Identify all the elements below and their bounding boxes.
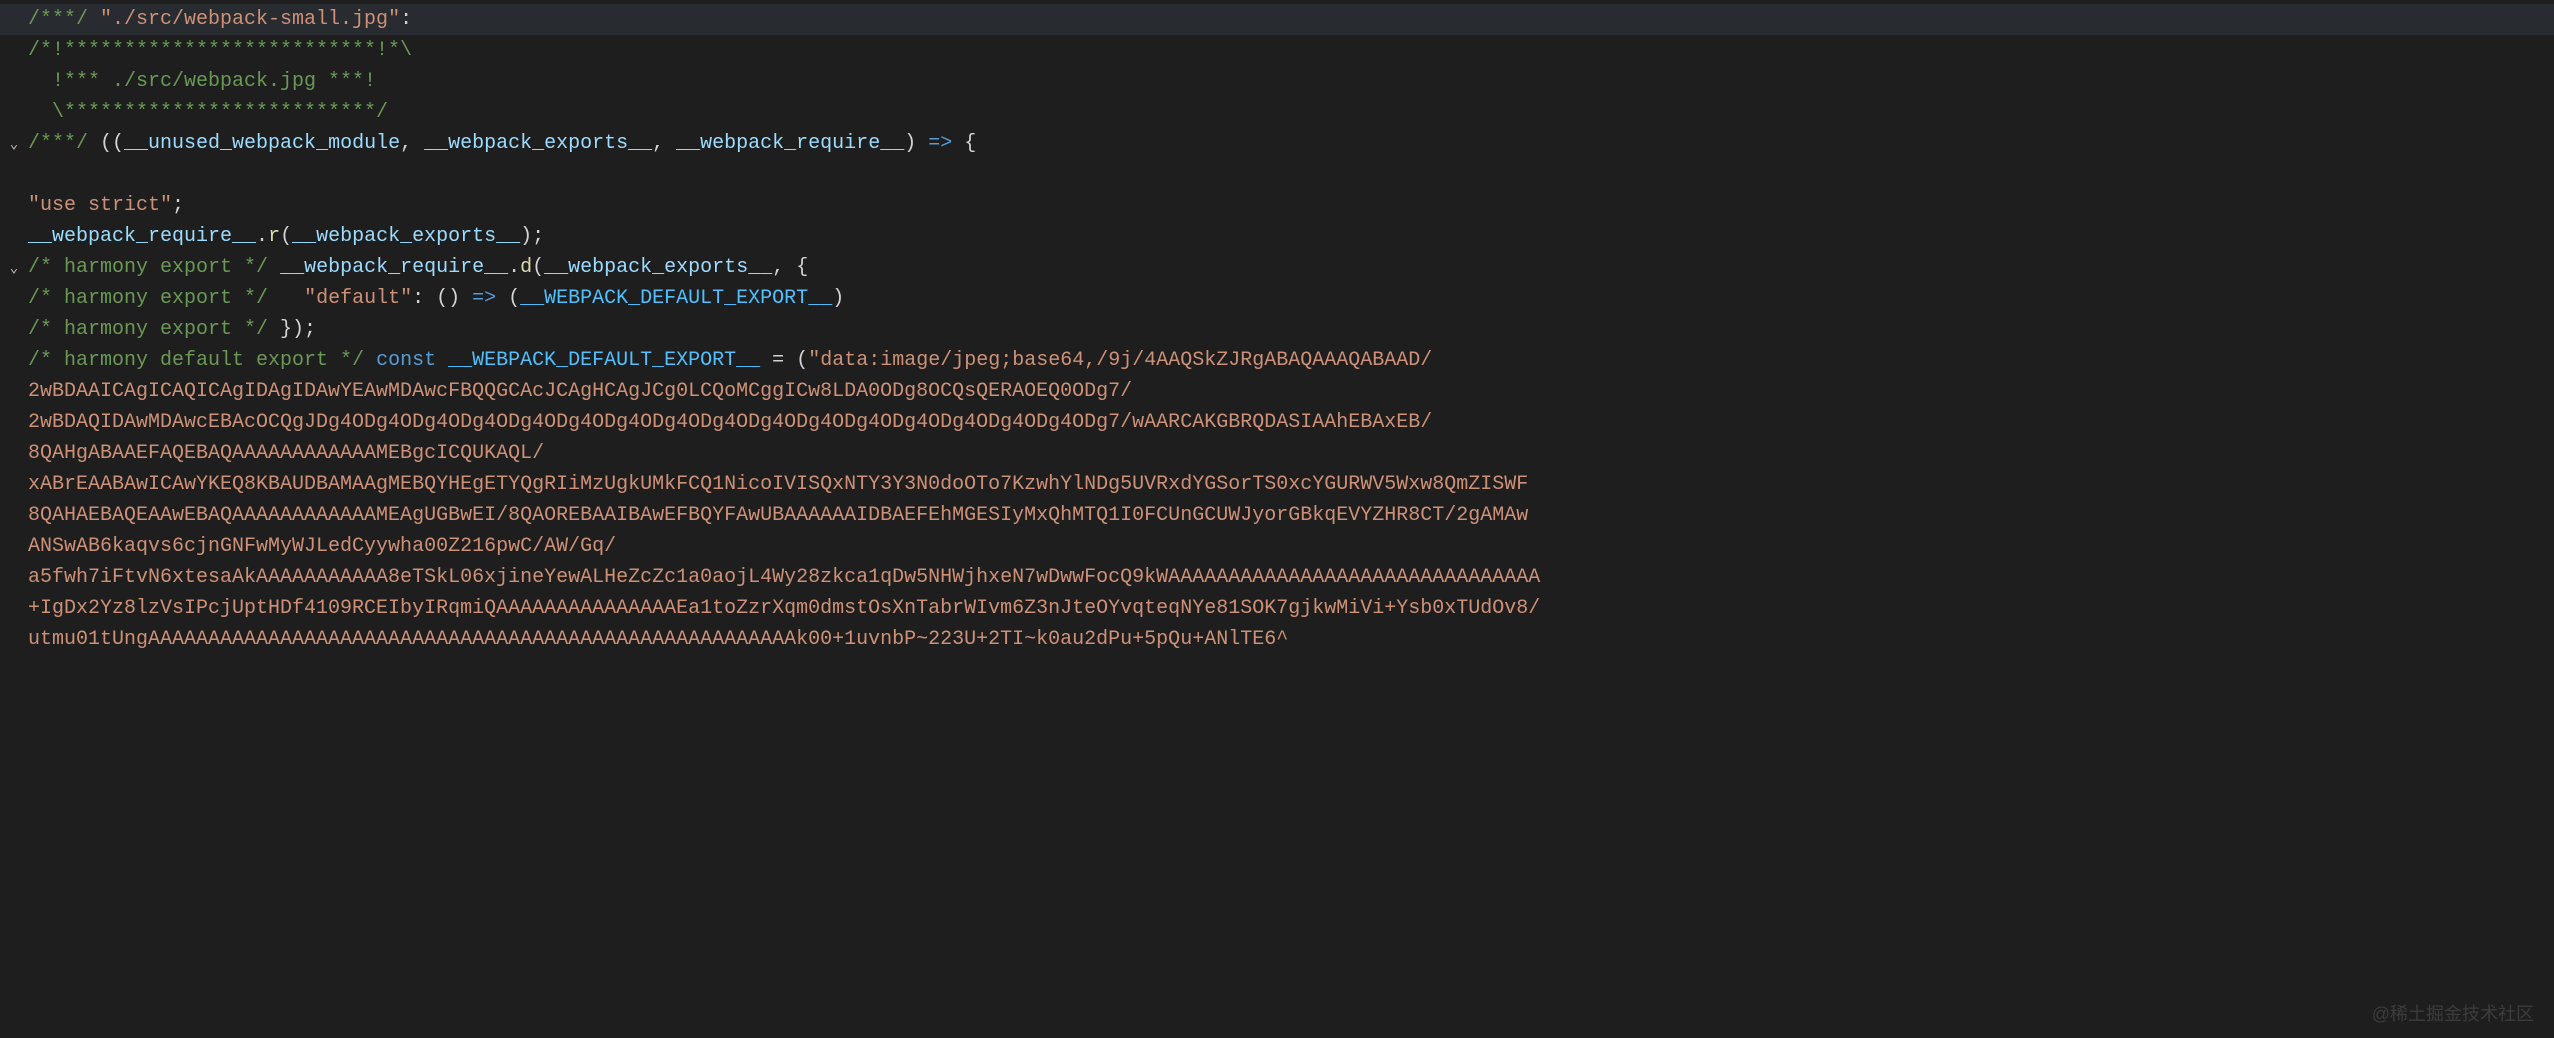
code-line[interactable]: \**************************/ — [0, 97, 2554, 128]
code-line[interactable]: ANSwAB6kaqvs6cjnGNFwMyWJLedCyywha00Z216p… — [0, 531, 2554, 562]
fold-chevron-icon[interactable]: ⌄ — [10, 261, 18, 277]
code-content: /*!**************************!*\ — [28, 36, 412, 66]
code-line[interactable]: /* harmony export */ "default": () => (_… — [0, 283, 2554, 314]
code-content: /* harmony default export */ const __WEB… — [28, 346, 1432, 376]
code-content: a5fwh7iFtvN6xtesaAkAAAAAAAAAAA8eTSkL06xj… — [28, 563, 1540, 593]
gutter[interactable]: ⌄ — [0, 253, 28, 283]
code-content: 2wBDAQIDAwMDAwcEBAcOCQgJDg4ODg4ODg4ODg4O… — [28, 408, 1432, 438]
watermark: @稀土掘金技术社区 — [2372, 1001, 2534, 1028]
code-content: 2wBDAAICAgICAQICAgIDAgIDAwYEAwMDAwcFBQQG… — [28, 377, 1132, 407]
code-content: +IgDx2Yz8lzVsIPcjUptHDf4109RCEIbyIRqmiQA… — [28, 594, 1540, 624]
code-line[interactable]: /***/ "./src/webpack-small.jpg": — [0, 4, 2554, 35]
code-line[interactable]: "use strict"; — [0, 190, 2554, 221]
code-line[interactable]: utmu01tUngAAAAAAAAAAAAAAAAAAAAAAAAAAAAAA… — [0, 624, 2554, 655]
gutter[interactable]: ⌄ — [0, 129, 28, 159]
code-line[interactable]: /* harmony export */ }); — [0, 314, 2554, 345]
code-content: /* harmony export */ "default": () => (_… — [28, 284, 844, 314]
code-content: /***/ ((__unused_webpack_module, __webpa… — [28, 129, 976, 159]
code-line[interactable]: 2wBDAAICAgICAQICAgIDAgIDAwYEAwMDAwcFBQQG… — [0, 376, 2554, 407]
code-line[interactable]: a5fwh7iFtvN6xtesaAkAAAAAAAAAAA8eTSkL06xj… — [0, 562, 2554, 593]
fold-chevron-icon[interactable]: ⌄ — [10, 137, 18, 153]
code-line[interactable]: +IgDx2Yz8lzVsIPcjUptHDf4109RCEIbyIRqmiQA… — [0, 593, 2554, 624]
code-line[interactable]: __webpack_require__.r(__webpack_exports_… — [0, 221, 2554, 252]
code-content: "use strict"; — [28, 191, 184, 221]
code-line[interactable]: !*** ./src/webpack.jpg ***! — [0, 66, 2554, 97]
code-line[interactable]: /*!**************************!*\ — [0, 35, 2554, 66]
code-content: __webpack_require__.r(__webpack_exports_… — [28, 222, 544, 252]
code-line[interactable]: 8QAHAEBAQEAAwEBAQAAAAAAAAAAAAMEAgUGBwEI/… — [0, 500, 2554, 531]
code-line[interactable] — [0, 159, 2554, 190]
code-content: \**************************/ — [28, 98, 388, 128]
code-content: /* harmony export */ __webpack_require__… — [28, 253, 808, 283]
code-content: !*** ./src/webpack.jpg ***! — [28, 67, 376, 97]
code-line[interactable]: xABrEAABAwICAwYKEQ8KBAUDBAMAAgMEBQYHEgET… — [0, 469, 2554, 500]
code-editor[interactable]: /***/ "./src/webpack-small.jpg":/*!*****… — [0, 0, 2554, 659]
code-content: ANSwAB6kaqvs6cjnGNFwMyWJLedCyywha00Z216p… — [28, 532, 616, 562]
code-content: /* harmony export */ }); — [28, 315, 316, 345]
code-content: 8QAHAEBAQEAAwEBAQAAAAAAAAAAAAMEAgUGBwEI/… — [28, 501, 1528, 531]
code-content: xABrEAABAwICAwYKEQ8KBAUDBAMAAgMEBQYHEgET… — [28, 470, 1528, 500]
code-content: utmu01tUngAAAAAAAAAAAAAAAAAAAAAAAAAAAAAA… — [28, 625, 1288, 655]
code-content: 8QAHgABAAEFAQEBAQAAAAAAAAAAAAMEBgcICQUKA… — [28, 439, 544, 469]
code-line[interactable]: ⌄ /* harmony export */ __webpack_require_… — [0, 252, 2554, 283]
code-line[interactable]: 2wBDAQIDAwMDAwcEBAcOCQgJDg4ODg4ODg4ODg4O… — [0, 407, 2554, 438]
code-line[interactable]: ⌄ /***/ ((__unused_webpack_module, __webp… — [0, 128, 2554, 159]
code-line[interactable]: 8QAHgABAAEFAQEBAQAAAAAAAAAAAAMEBgcICQUKA… — [0, 438, 2554, 469]
code-line[interactable]: /* harmony default export */ const __WEB… — [0, 345, 2554, 376]
code-content: /***/ "./src/webpack-small.jpg": — [28, 5, 412, 35]
